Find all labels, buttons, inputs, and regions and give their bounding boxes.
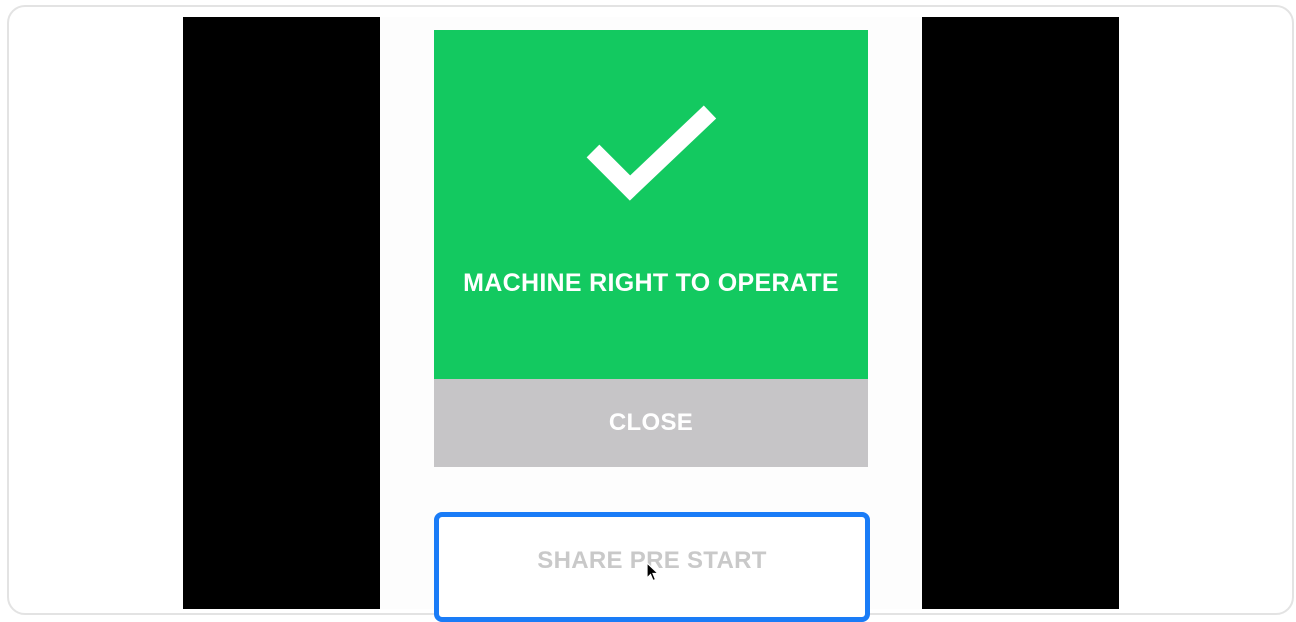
close-button[interactable]: CLOSE	[434, 379, 868, 467]
mouse-pointer-icon	[646, 562, 660, 582]
checkmark-icon	[586, 105, 717, 201]
letterbox-left	[183, 17, 380, 609]
close-button-label: CLOSE	[608, 409, 694, 436]
status-message: MACHINE RIGHT TO OPERATE	[463, 269, 839, 297]
letterbox-right	[922, 17, 1119, 609]
